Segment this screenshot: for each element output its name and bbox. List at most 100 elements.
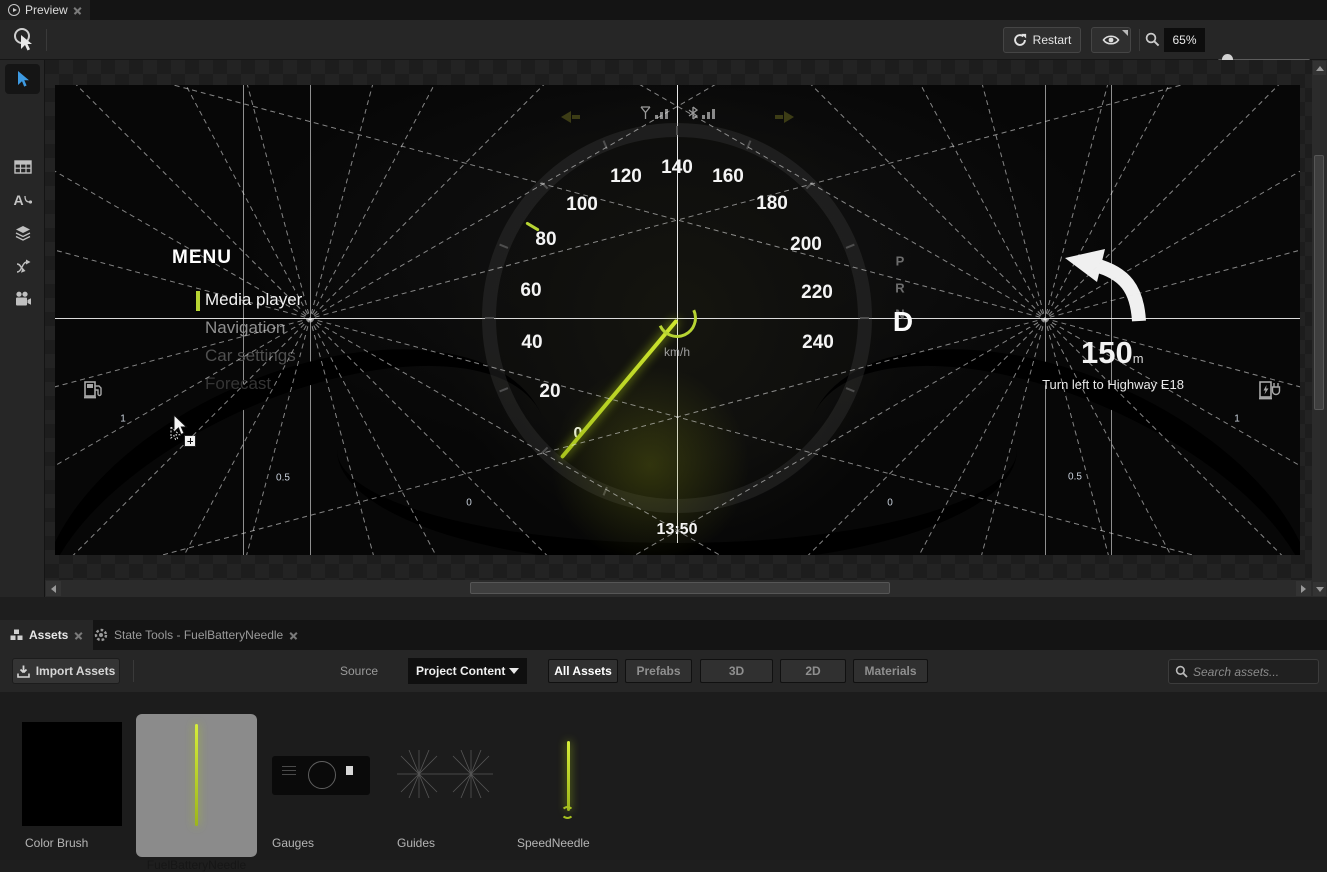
- arrow-left-icon: [51, 585, 56, 593]
- gauge-number: 80: [535, 229, 556, 251]
- import-assets-label: Import Assets: [36, 664, 116, 678]
- connections-button[interactable]: [5, 251, 40, 281]
- scroll-right-button[interactable]: [1296, 581, 1311, 596]
- gear-option-r: R: [895, 281, 904, 296]
- menu-active-indicator: [196, 291, 200, 311]
- restart-icon: [1013, 33, 1027, 47]
- h-scrollbar[interactable]: [45, 580, 1312, 597]
- gauge-unit-label: km/h: [664, 345, 690, 359]
- tab-assets-label: Assets: [29, 628, 68, 642]
- tab-assets[interactable]: Assets: [0, 620, 93, 650]
- close-icon[interactable]: [289, 631, 298, 640]
- guide-label: 0: [466, 498, 472, 509]
- search-input[interactable]: [1193, 665, 1308, 679]
- asset-label: Gauges: [272, 836, 314, 850]
- gauge-number: 100: [566, 194, 598, 216]
- gauge-number: 60: [520, 280, 541, 302]
- guide-label: 0.5: [1068, 472, 1082, 483]
- asset-thumb-guides[interactable]: [397, 750, 493, 798]
- gear-option-p: P: [896, 254, 905, 269]
- close-icon[interactable]: [74, 631, 83, 640]
- camera-button[interactable]: [5, 284, 40, 314]
- menu-item-forecast[interactable]: Forecast: [205, 374, 271, 394]
- speedneedle-hub-icon: [561, 806, 574, 819]
- antenna-icon: [640, 106, 651, 120]
- filter-materials[interactable]: Materials: [853, 659, 928, 683]
- assets-grid: Color Brush FuelBatteryNeedle Gauges Gui…: [0, 692, 1327, 860]
- turn-left-arrow-icon: [1053, 235, 1153, 323]
- source-value: Project Content: [416, 664, 505, 678]
- filter-3d[interactable]: 3D: [700, 659, 773, 683]
- gauge-number: 240: [802, 332, 834, 354]
- fuel-pump-icon: [83, 379, 105, 401]
- pick-tool-button[interactable]: [11, 27, 37, 53]
- chevron-down-icon: [509, 668, 519, 674]
- tab-preview[interactable]: Preview: [0, 0, 90, 20]
- select-tool-button[interactable]: [5, 64, 40, 94]
- nav-distance: 150m: [1081, 335, 1144, 371]
- tab-preview-label: Preview: [25, 3, 68, 17]
- asset-card-fuelbatteryneedle[interactable]: FuelBatteryNeedle: [136, 714, 257, 857]
- table-icon: [14, 160, 32, 174]
- zoom-level-field[interactable]: 65%: [1164, 28, 1205, 52]
- restart-label: Restart: [1033, 33, 1072, 47]
- source-dropdown[interactable]: Project Content: [408, 658, 527, 684]
- asset-thumb-color-brush[interactable]: [22, 722, 122, 826]
- panel-gap: [0, 597, 1327, 620]
- text-tool-icon: A: [13, 192, 23, 208]
- source-label: Source: [340, 664, 378, 678]
- toolbar-separator: [133, 660, 134, 682]
- filter-all-assets[interactable]: All Assets: [548, 659, 618, 683]
- v-scrollbar-thumb[interactable]: [1314, 155, 1324, 410]
- scroll-down-button[interactable]: [1313, 582, 1326, 596]
- gauge-number: 180: [756, 193, 788, 215]
- gauge-number: 120: [610, 166, 642, 188]
- filter-2d[interactable]: 2D: [780, 659, 846, 683]
- import-assets-button[interactable]: Import Assets: [12, 658, 120, 684]
- table-view-button[interactable]: [5, 152, 40, 182]
- v-scrollbar[interactable]: [1312, 60, 1327, 597]
- restart-button[interactable]: Restart: [1003, 27, 1081, 53]
- toolbar-separator: [1139, 29, 1140, 51]
- text-tool-button[interactable]: A: [5, 185, 40, 215]
- tab-state-tools[interactable]: State Tools - FuelBatteryNeedle: [84, 620, 308, 650]
- filter-prefabs[interactable]: Prefabs: [625, 659, 692, 683]
- import-icon: [17, 665, 30, 678]
- guide-label: 0.5: [276, 473, 290, 484]
- asset-label: SpeedNeedle: [517, 836, 590, 850]
- assets-toolbar: Import Assets Source Project Content All…: [0, 650, 1327, 692]
- preview-toolbar: Restart 65%: [0, 20, 1327, 60]
- search-icon: [1175, 665, 1188, 678]
- gear-current: D: [893, 306, 913, 338]
- asset-thumb-gauges[interactable]: [272, 756, 370, 795]
- search-assets-box[interactable]: [1168, 659, 1319, 684]
- preview-canvas[interactable]: 0 20 40 60 80 100 120 140 160 180 200 22…: [45, 60, 1312, 580]
- visibility-button[interactable]: [1091, 27, 1131, 53]
- play-icon: [8, 4, 20, 16]
- transition-arrows-icon: [15, 259, 31, 274]
- preview-tools-sidebar: A: [0, 60, 45, 620]
- turn-indicator-left-stem: [572, 115, 580, 119]
- turn-indicator-right-icon: [784, 111, 794, 123]
- scroll-left-button[interactable]: [46, 581, 61, 596]
- close-icon[interactable]: [73, 6, 82, 15]
- layers-button[interactable]: [5, 218, 40, 248]
- guide-label: 1: [1234, 414, 1240, 425]
- video-camera-icon: [14, 291, 32, 307]
- h-scrollbar-thumb[interactable]: [470, 582, 890, 594]
- text-anchor-arrow-icon: [24, 195, 32, 205]
- cluster-screen: 0 20 40 60 80 100 120 140 160 180 200 22…: [55, 85, 1300, 555]
- window-tabbar: Preview: [0, 0, 1327, 20]
- layers-icon: [14, 225, 32, 241]
- gauge-number: 200: [790, 234, 822, 256]
- menu-item-media-player[interactable]: Media player: [205, 290, 302, 310]
- menu-item-car-settings[interactable]: Car settings: [205, 346, 296, 366]
- bluetooth-icon: [688, 106, 698, 120]
- menu-item-navigation[interactable]: Navigation: [205, 318, 285, 338]
- arrow-right-icon: [1301, 585, 1306, 593]
- asset-label: Guides: [397, 836, 435, 850]
- arrow-up-icon: [1316, 66, 1324, 71]
- asset-thumb-speedneedle[interactable]: [567, 741, 570, 811]
- scroll-up-button[interactable]: [1313, 61, 1326, 75]
- gauge-number: 220: [801, 282, 833, 304]
